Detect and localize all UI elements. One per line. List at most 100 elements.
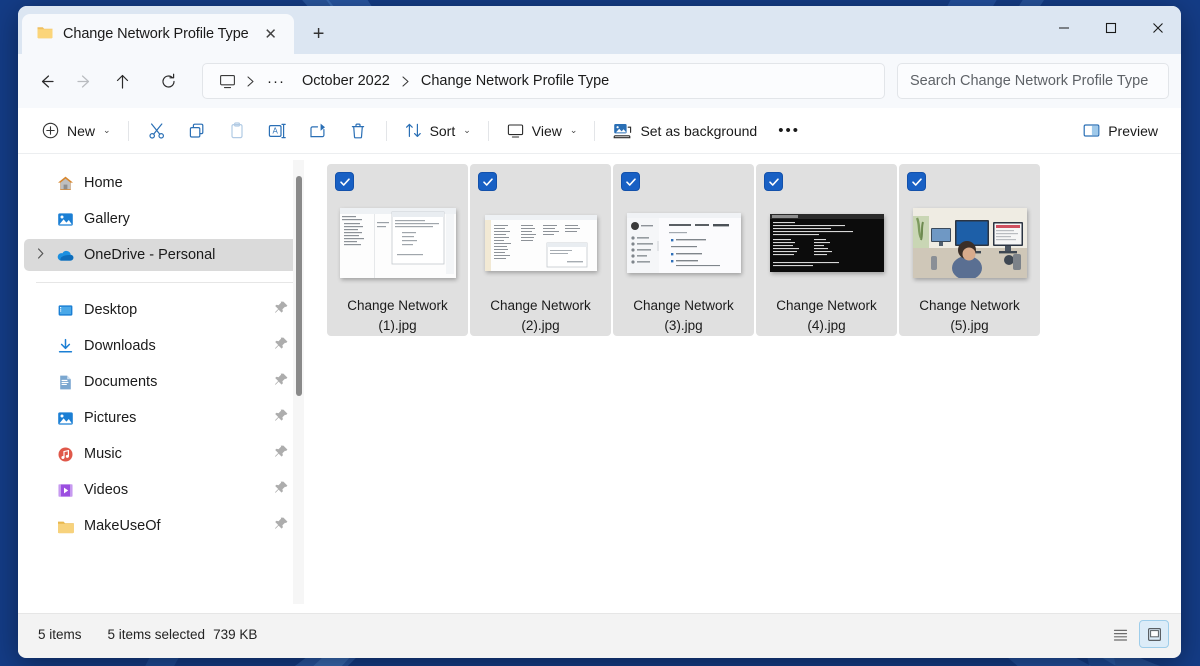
chevron-right-icon[interactable]: [30, 248, 52, 262]
toolbar-divider: [488, 121, 489, 141]
sidebar-scrollbar-thumb[interactable]: [296, 176, 302, 396]
selection-checkbox[interactable]: [335, 172, 354, 191]
search-box[interactable]: [897, 63, 1169, 99]
navigation-pane: Home Gallery: [18, 154, 309, 613]
set-as-background-button[interactable]: Set as background: [603, 115, 766, 147]
delete-button[interactable]: [338, 115, 378, 147]
sidebar-item-downloads[interactable]: Downloads: [24, 330, 299, 362]
title-bar: Change Network Profile Type ✕ +: [18, 6, 1181, 54]
sidebar-item-pictures[interactable]: Pictures: [24, 402, 299, 434]
close-button[interactable]: [1134, 6, 1181, 50]
command-bar: New ⌄: [18, 108, 1181, 154]
copy-icon: [187, 121, 207, 141]
status-bar: 5 items 5 items selected 739 KB: [18, 613, 1181, 654]
up-button[interactable]: [104, 64, 140, 98]
svg-text:A: A: [272, 126, 278, 135]
sidebar-item-label: Documents: [84, 374, 157, 390]
back-button[interactable]: [28, 64, 64, 98]
cut-button[interactable]: [137, 115, 177, 147]
rename-icon: A: [267, 121, 288, 141]
file-tile[interactable]: Change Network (5).jpg: [899, 164, 1040, 336]
copy-button[interactable]: [177, 115, 217, 147]
rename-button[interactable]: A: [257, 115, 298, 147]
pin-icon[interactable]: [274, 444, 289, 464]
new-tab-button[interactable]: +: [302, 17, 336, 51]
file-thumbnail-wrap: [481, 196, 601, 290]
sidebar-item-onedrive-personal[interactable]: OneDrive - Personal: [24, 239, 299, 271]
file-name-line1: Change Network: [633, 298, 734, 313]
selection-checkbox[interactable]: [764, 172, 783, 191]
tab-strip: Change Network Profile Type ✕ +: [18, 6, 336, 54]
list-view-toggle[interactable]: [1105, 620, 1135, 648]
music-icon: [52, 445, 78, 464]
breadcrumb-separator: [399, 76, 412, 87]
pin-icon[interactable]: [274, 480, 289, 500]
selection-checkbox[interactable]: [478, 172, 497, 191]
breadcrumb-item-october-2022[interactable]: October 2022: [295, 70, 397, 92]
preview-button-label: Preview: [1108, 123, 1158, 139]
pin-icon[interactable]: [274, 300, 289, 320]
view-button[interactable]: View ⌄: [497, 115, 587, 147]
file-name-line2: (5).jpg: [950, 318, 988, 333]
forward-button[interactable]: [66, 64, 102, 98]
minimize-button[interactable]: [1040, 6, 1087, 50]
maximize-button[interactable]: [1087, 6, 1134, 50]
selection-checkbox[interactable]: [907, 172, 926, 191]
breadcrumb-item-current-folder[interactable]: Change Network Profile Type: [414, 70, 616, 92]
breadcrumb[interactable]: ··· October 2022 Change Network Profile …: [202, 63, 885, 99]
file-tile[interactable]: Change Network (1).jpg: [327, 164, 468, 336]
tab-change-network-profile-type[interactable]: Change Network Profile Type ✕: [22, 14, 294, 54]
this-pc-icon[interactable]: [213, 73, 242, 90]
icon-view-toggle[interactable]: [1139, 620, 1169, 648]
window-controls: [1040, 6, 1181, 50]
chevron-down-icon: ⌄: [570, 125, 578, 136]
downloads-icon: [52, 337, 78, 356]
share-button[interactable]: [298, 115, 338, 147]
sidebar-scrollbar[interactable]: [293, 160, 304, 604]
thumbnail-terminal: [770, 214, 884, 272]
sidebar-item-label: MakeUseOf: [84, 518, 161, 534]
sidebar-item-home[interactable]: Home: [24, 167, 299, 199]
file-name-line2: (2).jpg: [521, 318, 559, 333]
pin-icon[interactable]: [274, 336, 289, 356]
search-input[interactable]: [910, 73, 1156, 89]
more-options-button[interactable]: •••: [766, 115, 812, 147]
tab-close-icon[interactable]: ✕: [258, 21, 284, 47]
scissors-icon: [147, 121, 167, 141]
preview-button[interactable]: Preview: [1073, 115, 1167, 147]
paste-button[interactable]: [217, 115, 257, 147]
file-name: Change Network (3).jpg: [620, 296, 748, 336]
sidebar-divider: [36, 282, 293, 283]
file-tile[interactable]: Change Network (4).jpg: [756, 164, 897, 336]
trash-icon: [348, 121, 368, 141]
pin-icon[interactable]: [274, 516, 289, 536]
sidebar-item-label: OneDrive - Personal: [84, 247, 215, 263]
file-tile[interactable]: Change Network (2).jpg: [470, 164, 611, 336]
file-name-line2: (4).jpg: [807, 318, 845, 333]
sidebar-item-music[interactable]: Music: [24, 438, 299, 470]
pin-icon[interactable]: [274, 372, 289, 392]
sidebar-item-videos[interactable]: Videos: [24, 474, 299, 506]
refresh-button[interactable]: [150, 64, 186, 98]
file-grid: Change Network (1).jpg: [327, 164, 1181, 336]
sidebar-item-desktop[interactable]: Desktop: [24, 294, 299, 326]
file-name-line1: Change Network: [919, 298, 1020, 313]
item-count: 5 items: [38, 627, 82, 642]
selection-checkbox[interactable]: [621, 172, 640, 191]
sort-button-label: Sort: [430, 123, 456, 139]
pin-icon[interactable]: [274, 408, 289, 428]
share-icon: [308, 121, 328, 141]
sort-icon: [404, 121, 423, 140]
sidebar-item-documents[interactable]: Documents: [24, 366, 299, 398]
breadcrumb-overflow-button[interactable]: ···: [259, 73, 293, 90]
new-button[interactable]: New ⌄: [32, 115, 120, 147]
sidebar-item-makeuseof[interactable]: MakeUseOf: [24, 510, 299, 542]
sort-button[interactable]: Sort ⌄: [395, 115, 480, 147]
file-thumbnail-wrap: [910, 196, 1030, 290]
file-list-pane[interactable]: Change Network (1).jpg: [309, 154, 1181, 613]
sidebar-item-gallery[interactable]: Gallery: [24, 203, 299, 235]
view-icon: [506, 121, 525, 140]
toolbar-divider: [594, 121, 595, 141]
file-name-line1: Change Network: [776, 298, 877, 313]
file-tile[interactable]: Change Network (3).jpg: [613, 164, 754, 336]
